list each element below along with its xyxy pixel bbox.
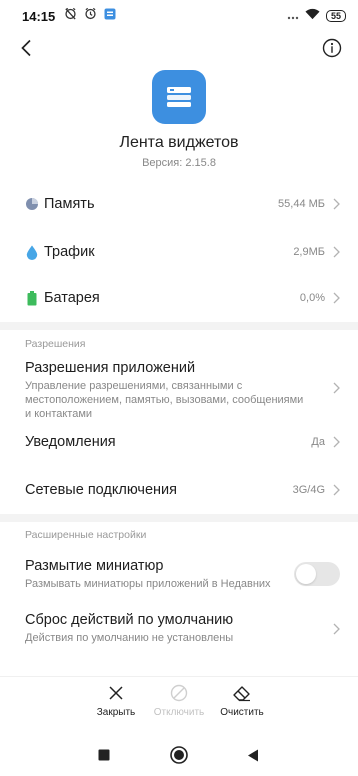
memory-pie-icon	[25, 197, 39, 211]
battery-row[interactable]: Батарея 0,0%	[0, 282, 358, 314]
app-permissions-subtitle: Управление разрешениями, связанными с ме…	[25, 380, 304, 420]
app-header: Лента виджетов Версия: 2.15.8	[0, 70, 358, 169]
permissions-section-title: Разрешения	[25, 338, 86, 350]
more-icon	[287, 7, 299, 25]
section-divider	[0, 514, 358, 522]
disable-icon	[144, 683, 214, 703]
traffic-drop-icon	[25, 245, 39, 260]
alarm-icon	[84, 7, 97, 25]
status-bar: 14:15 55	[0, 0, 358, 32]
widget-feed-icon	[167, 87, 191, 107]
memory-value: 55,44 МБ	[278, 198, 325, 210]
navigation-bar	[0, 734, 358, 776]
eraser-icon	[207, 683, 277, 703]
info-button[interactable]	[320, 36, 344, 60]
app-permissions-row[interactable]: Разрешения приложений Управление разреше…	[0, 360, 358, 420]
toggle-knob	[296, 564, 316, 584]
traffic-label: Трафик	[44, 244, 95, 260]
close-icon	[81, 683, 151, 703]
clear-button[interactable]: Очистить	[207, 683, 277, 718]
top-bar	[0, 32, 358, 64]
network-value: 3G/4G	[292, 484, 325, 496]
back-nav-button[interactable]	[243, 745, 263, 765]
back-arrow-icon	[21, 39, 31, 57]
blur-thumbnails-title: Размытие миниатюр	[25, 558, 164, 574]
notifications-label: Уведомления	[25, 434, 116, 450]
status-icons-left	[64, 7, 116, 25]
chevron-right-icon	[333, 622, 340, 640]
traffic-value: 2,9МБ	[293, 246, 325, 258]
reset-defaults-subtitle: Действия по умолчанию не установлены	[25, 632, 234, 644]
chevron-right-icon	[333, 246, 340, 258]
chevron-right-icon	[333, 381, 340, 399]
alarm-off-icon	[64, 7, 77, 25]
home-circle-icon	[170, 746, 188, 764]
recents-button[interactable]	[94, 745, 114, 765]
reset-defaults-row[interactable]: Сброс действий по умолчанию Действия по …	[0, 612, 358, 646]
square-icon	[98, 749, 110, 761]
disable-button[interactable]: Отключить	[144, 683, 214, 718]
reset-defaults-title: Сброс действий по умолчанию	[25, 612, 234, 628]
blur-thumbnails-row[interactable]: Размытие миниатюр Размывать миниатюры пр…	[0, 558, 358, 592]
memory-row[interactable]: Память 55,44 МБ	[0, 188, 358, 220]
section-divider	[0, 322, 358, 330]
notification-app-icon	[104, 7, 116, 25]
info-icon	[322, 38, 342, 58]
app-name: Лента виджетов	[119, 134, 239, 151]
notifications-row[interactable]: Уведомления Да	[0, 426, 358, 458]
traffic-row[interactable]: Трафик 2,9МБ	[0, 236, 358, 268]
chevron-right-icon	[333, 436, 340, 448]
home-button[interactable]	[169, 745, 189, 765]
network-label: Сетевые подключения	[25, 482, 177, 498]
chevron-right-icon	[333, 198, 340, 210]
force-stop-label: Закрыть	[96, 707, 136, 718]
blur-thumbnails-subtitle: Размывать миниатюры приложений в Недавни…	[25, 578, 271, 590]
battery-icon	[25, 290, 39, 305]
battery-label: Батарея	[44, 290, 100, 306]
app-icon	[152, 70, 206, 124]
triangle-back-icon	[248, 749, 258, 761]
app-permissions-title: Разрешения приложений	[25, 360, 196, 376]
battery-value: 0,0%	[299, 292, 325, 304]
bottom-actions: Закрыть Отключить Очистить	[0, 676, 358, 724]
chevron-right-icon	[333, 292, 340, 304]
chevron-right-icon	[333, 484, 340, 496]
network-row[interactable]: Сетевые подключения 3G/4G	[0, 474, 358, 506]
force-stop-button[interactable]: Закрыть	[81, 683, 151, 718]
blur-thumbnails-toggle[interactable]	[294, 562, 340, 586]
notifications-value: Да	[311, 436, 325, 448]
clear-label: Очистить	[220, 707, 264, 718]
advanced-section-title: Расширенные настройки	[25, 529, 147, 541]
status-icons-right: 55	[287, 7, 346, 25]
battery-indicator: 55	[326, 10, 346, 22]
back-button[interactable]	[14, 36, 38, 60]
memory-label: Память	[44, 196, 95, 212]
status-time: 14:15	[22, 8, 56, 24]
disable-label: Отключить	[153, 707, 205, 718]
wifi-icon	[305, 7, 320, 25]
app-version: Версия: 2.15.8	[142, 157, 216, 169]
